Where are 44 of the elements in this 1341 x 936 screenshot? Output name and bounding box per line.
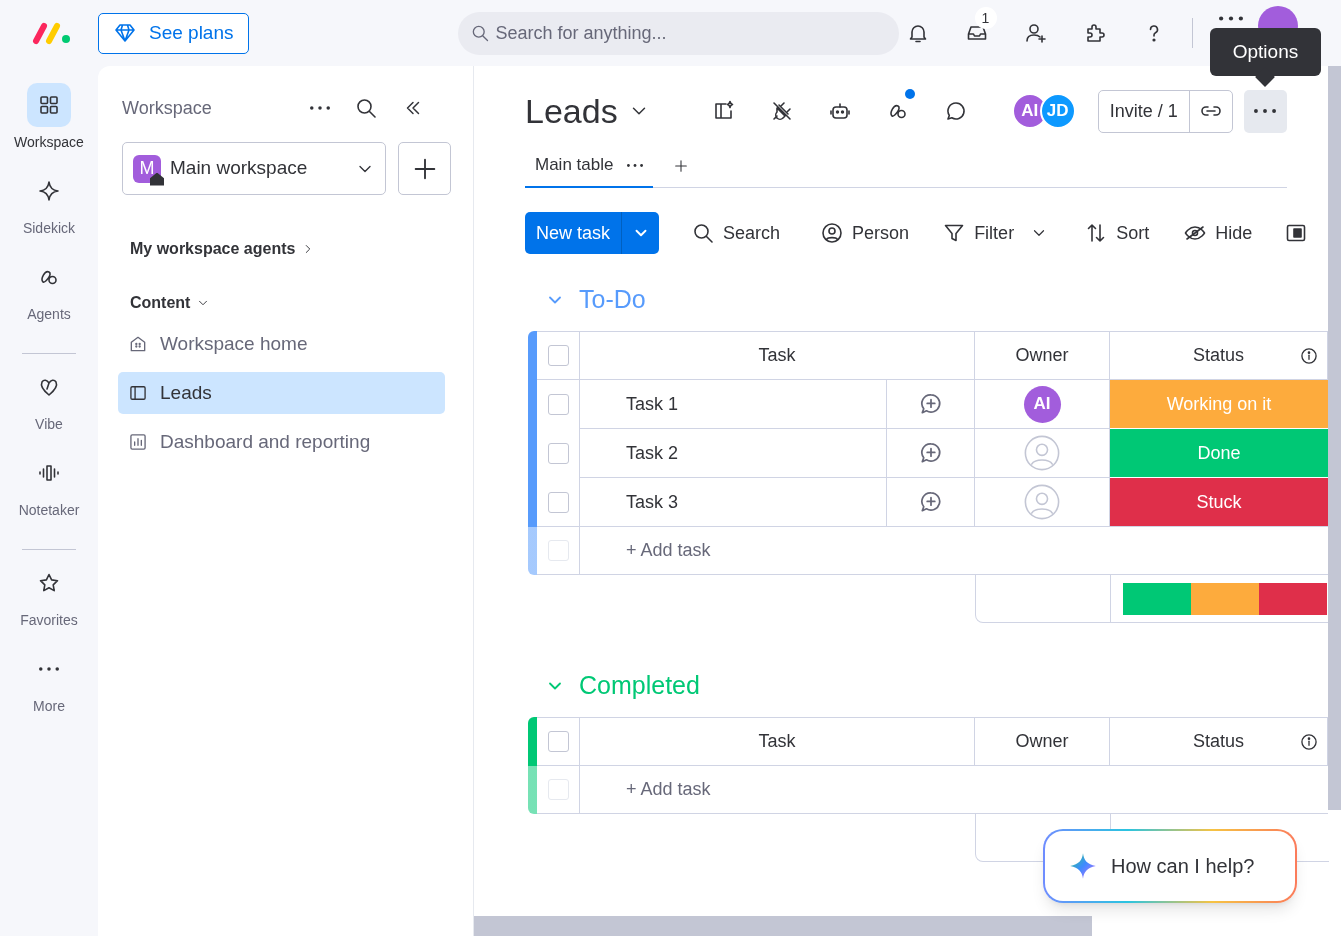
task-name[interactable]: Task 1	[626, 390, 679, 418]
column-header: Owner	[1015, 344, 1069, 367]
column-header: Status	[1193, 344, 1244, 367]
search-field[interactable]: Search for anything...	[457, 11, 899, 55]
rail-label: Favorites	[20, 611, 78, 630]
notification-count: 1	[974, 7, 997, 29]
toolbar-button[interactable]: Sort	[1084, 219, 1150, 247]
search-input[interactable]: Search for anything...	[495, 19, 856, 47]
workspace-name: Main workspace	[170, 156, 309, 181]
owner-avatar[interactable]: AI	[1023, 385, 1061, 423]
toolbar-button[interactable]: Hide	[1183, 219, 1253, 247]
column-header: Owner	[1015, 730, 1069, 753]
status-label[interactable]: Stuck	[1110, 478, 1328, 526]
task-name[interactable]: Task 2	[626, 439, 679, 467]
rail-label: More	[33, 697, 65, 716]
toolbar-button[interactable]: Person	[820, 219, 910, 247]
workspace-dropdown[interactable]: M Main workspace	[122, 142, 386, 195]
add-task-button[interactable]: + Add task	[580, 766, 711, 813]
sidebar-item[interactable]: Dashboard and reporting	[118, 421, 445, 463]
panel-title: Workspace	[122, 96, 213, 120]
member-avatar: JD	[1039, 93, 1076, 129]
agents-link-text: My workspace agents	[130, 239, 296, 259]
rail-label: Workspace	[14, 133, 84, 152]
column-header: Task	[758, 344, 796, 367]
add-task-button[interactable]: + Add task	[580, 527, 711, 574]
column-header: Status	[1193, 730, 1244, 753]
board-title[interactable]: Leads	[525, 85, 650, 137]
rail-label: Vibe	[35, 415, 63, 434]
rail-label: Notetaker	[18, 501, 80, 520]
agents-link[interactable]: My workspace agents	[130, 237, 316, 261]
column-header: Task	[758, 730, 796, 753]
toolbar-button[interactable]: Search	[691, 219, 781, 247]
sidebar-item[interactable]: Workspace home	[118, 323, 445, 365]
sidebar-item[interactable]: Leads	[118, 372, 445, 414]
view-tab[interactable]: Main table	[525, 144, 654, 188]
section-toggle[interactable]: Content	[130, 291, 211, 315]
rail-label: Agents	[27, 305, 71, 324]
rail-label: Sidekick	[22, 219, 76, 238]
task-name[interactable]: Task 3	[626, 488, 679, 516]
workspace-initial: M	[139, 157, 155, 180]
see-plans-button[interactable]: See plans	[98, 12, 249, 54]
assistant-prompt-button[interactable]: How can I help?	[1043, 829, 1297, 903]
toolbar-button[interactable]: Filter	[942, 219, 1015, 247]
tooltip: Options	[1210, 28, 1321, 76]
